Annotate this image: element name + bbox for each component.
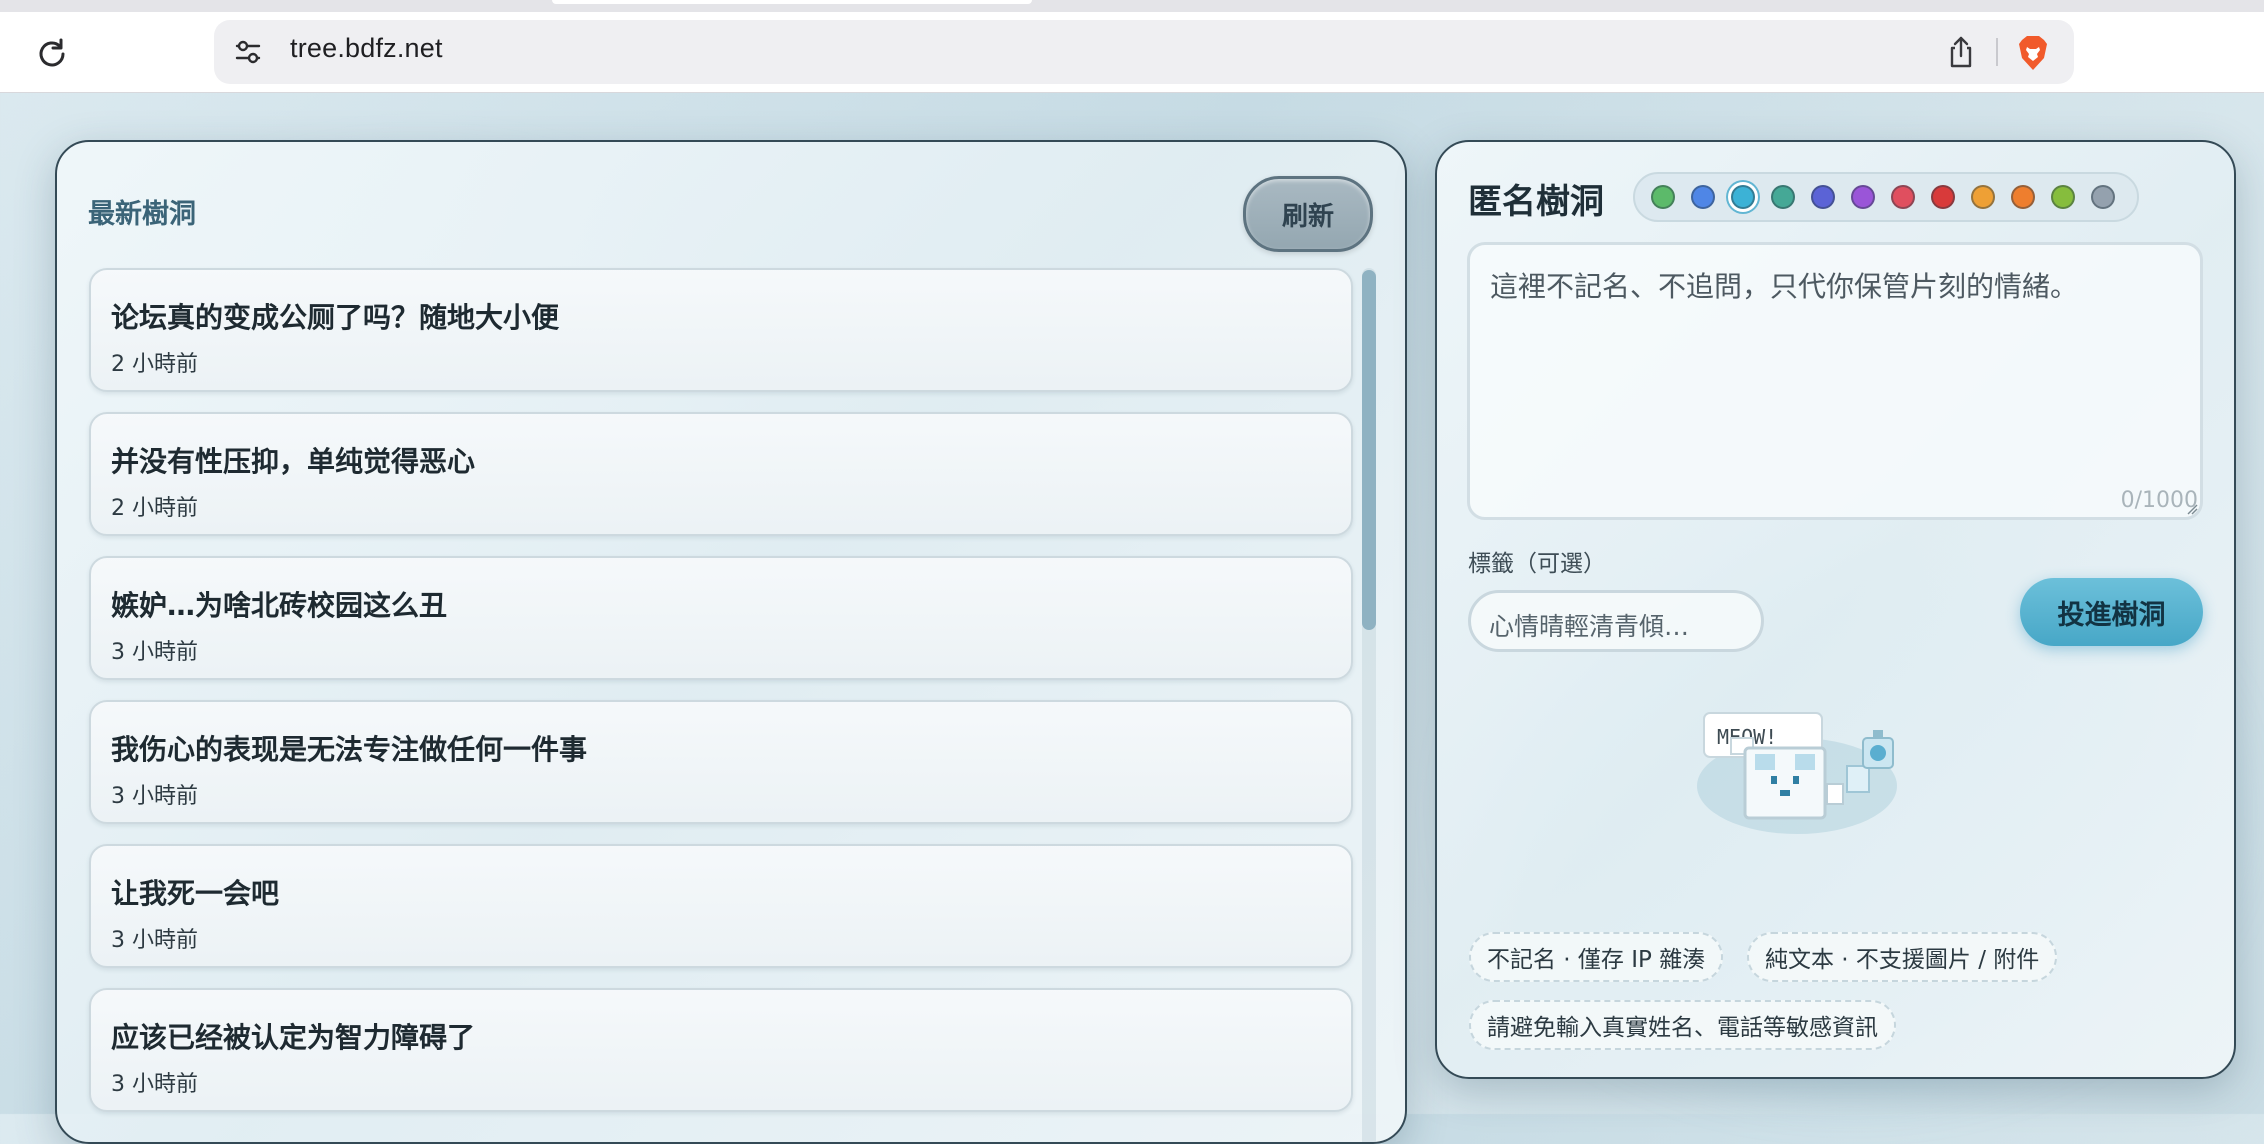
refresh-button[interactable]: 刷新 <box>1243 176 1373 252</box>
submit-button[interactable]: 投進樹洞 <box>2020 578 2203 646</box>
color-swatch[interactable] <box>1771 185 1795 209</box>
tag-label: 標籤（可選） <box>1468 551 1606 577</box>
color-swatch[interactable] <box>1651 185 1675 209</box>
post-text: 并没有性压抑，单纯觉得恶心 <box>111 445 476 478</box>
text-only-note-chip: 純文本 · 不支援圖片 / 附件 <box>1747 932 2058 982</box>
url-text[interactable]: tree.bdfz.net <box>290 33 443 64</box>
color-swatch[interactable] <box>2051 185 2075 209</box>
post-time: 3 小時前 <box>111 640 198 665</box>
post-card[interactable]: 嫉妒…为啥北砖校园这么丑 3 小時前 <box>89 556 1353 680</box>
post-time: 2 小時前 <box>111 496 198 521</box>
post-card[interactable]: 我伤心的表现是无法专注做任何一件事 3 小時前 <box>89 700 1353 824</box>
post-time: 3 小時前 <box>111 784 198 809</box>
latest-posts-panel: 最新樹洞 刷新 论坛真的变成公厕了吗？随地大小便 2 小時前 并没有性压抑，单纯… <box>55 140 1407 1144</box>
post-time: 3 小時前 <box>111 1072 198 1097</box>
color-picker <box>1633 172 2139 222</box>
post-text: 应该已经被认定为智力障碍了 <box>111 1021 476 1054</box>
color-swatch[interactable] <box>1891 185 1915 209</box>
latest-posts-title: 最新樹洞 <box>88 199 196 230</box>
color-swatch[interactable] <box>1731 185 1755 209</box>
post-text: 论坛真的变成公厕了吗？随地大小便 <box>111 301 560 334</box>
post-time: 3 小時前 <box>111 928 198 953</box>
scrollbar-thumb[interactable] <box>1362 270 1376 630</box>
post-card[interactable]: 应该已经被认定为智力障碍了 3 小時前 <box>89 988 1353 1112</box>
reload-button[interactable] <box>30 32 74 76</box>
cat-mascot-illustration: MEOW! <box>1697 712 1897 834</box>
post-text: 我伤心的表现是无法专注做任何一件事 <box>111 733 588 766</box>
message-textarea[interactable]: 這裡不記名、不追問，只代你保管片刻的情緒。 0/1000 <box>1467 242 2203 520</box>
address-bar-divider <box>1996 38 1998 66</box>
textarea-placeholder: 這裡不記名、不追問，只代你保管片刻的情緒。 <box>1490 270 2079 303</box>
color-swatch[interactable] <box>1931 185 1955 209</box>
color-swatch[interactable] <box>1811 185 1835 209</box>
color-swatch[interactable] <box>1971 185 1995 209</box>
reload-icon <box>39 38 65 67</box>
browser-toolbar: tree.bdfz.net <box>0 12 2264 93</box>
tag-input[interactable]: 心情晴輕清青傾… <box>1468 590 1764 652</box>
tag-placeholder: 心情晴輕清青傾… <box>1489 612 1690 641</box>
post-list-scrollbar[interactable] <box>1362 268 1376 1142</box>
compose-panel: 匿名樹洞 這裡不記名、不追問，只代你保管片刻的情緒。 0/1000 標籤（可選）… <box>1435 140 2236 1079</box>
resize-grip-icon[interactable] <box>2186 503 2198 515</box>
post-text: 让我死一会吧 <box>111 877 280 910</box>
compose-title: 匿名樹洞 <box>1468 182 1604 222</box>
color-swatch[interactable] <box>1851 185 1875 209</box>
privacy-note-chip: 不記名 · 僅存 IP 雜湊 <box>1469 932 1724 982</box>
post-card[interactable]: 让我死一会吧 3 小時前 <box>89 844 1353 968</box>
site-settings-icon[interactable] <box>232 36 264 68</box>
post-list: 论坛真的变成公厕了吗？随地大小便 2 小時前 并没有性压抑，单纯觉得恶心 2 小… <box>89 268 1353 1132</box>
brave-shield-icon[interactable] <box>2016 34 2050 72</box>
share-icon[interactable] <box>1944 34 1978 70</box>
color-swatch[interactable] <box>2091 185 2115 209</box>
address-bar[interactable]: tree.bdfz.net <box>214 20 2074 84</box>
post-time: 2 小時前 <box>111 352 198 377</box>
tab-strip <box>0 0 2264 12</box>
post-card[interactable]: 并没有性压抑，单纯觉得恶心 2 小時前 <box>89 412 1353 536</box>
color-swatch[interactable] <box>1691 185 1715 209</box>
post-card[interactable]: 论坛真的变成公厕了吗？随地大小便 2 小時前 <box>89 268 1353 392</box>
post-text: 嫉妒…为啥北砖校园这么丑 <box>111 589 448 622</box>
color-swatch[interactable] <box>2011 185 2035 209</box>
sensitive-info-note-chip: 請避免輸入真實姓名、電話等敏感資訊 <box>1469 1000 1896 1050</box>
active-tab-edge[interactable] <box>552 0 1032 4</box>
